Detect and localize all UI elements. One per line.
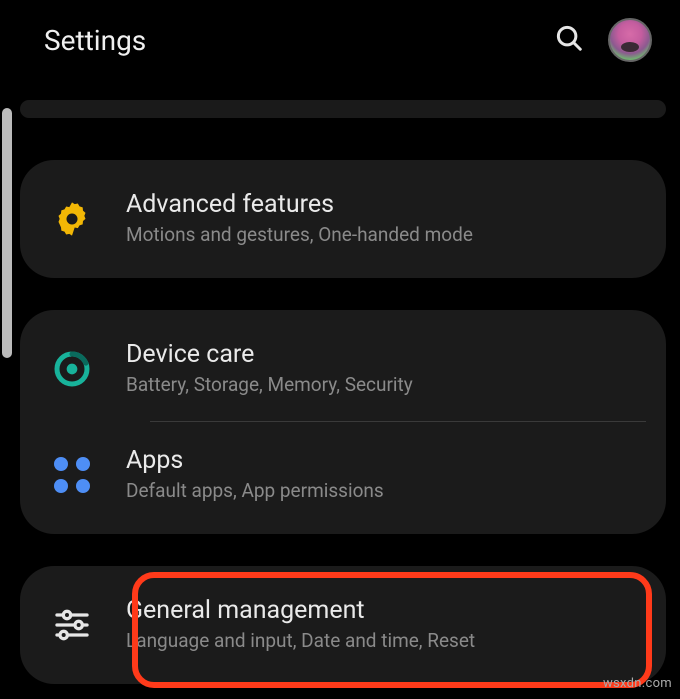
row-title: Apps: [126, 446, 638, 475]
header: Settings: [0, 0, 680, 80]
row-advanced-features[interactable]: Advanced features Motions and gestures, …: [20, 166, 666, 272]
profile-avatar[interactable]: [608, 18, 652, 62]
row-subtitle: Language and input, Date and time, Reset: [126, 629, 638, 654]
row-general-management[interactable]: General management Language and input, D…: [20, 572, 666, 678]
row-subtitle: Default apps, App permissions: [126, 479, 638, 504]
card-advanced-features: Advanced features Motions and gestures, …: [20, 160, 666, 278]
search-icon[interactable]: [554, 23, 584, 57]
device-care-icon: [48, 349, 96, 389]
row-device-care[interactable]: Device care Battery, Storage, Memory, Se…: [20, 316, 666, 422]
row-text: Device care Battery, Storage, Memory, Se…: [126, 340, 638, 398]
card-partial-top: [20, 100, 666, 118]
row-subtitle: Battery, Storage, Memory, Security: [126, 373, 638, 398]
row-title: Advanced features: [126, 190, 638, 219]
gear-icon: [48, 199, 96, 239]
row-subtitle: Motions and gestures, One-handed mode: [126, 223, 638, 248]
row-title: General management: [126, 596, 638, 625]
sliders-icon: [48, 605, 96, 645]
page-title: Settings: [44, 24, 146, 57]
row-title: Device care: [126, 340, 638, 369]
scroll-indicator[interactable]: [2, 108, 12, 358]
row-text: Apps Default apps, App permissions: [126, 446, 638, 504]
watermark: wsxdn.com: [603, 676, 672, 691]
row-apps[interactable]: Apps Default apps, App permissions: [20, 422, 666, 528]
card-general-management: General management Language and input, D…: [20, 566, 666, 684]
row-text: General management Language and input, D…: [126, 596, 638, 654]
row-text: Advanced features Motions and gestures, …: [126, 190, 638, 248]
settings-list: Advanced features Motions and gestures, …: [0, 80, 680, 684]
apps-icon: [48, 457, 96, 493]
card-device-apps: Device care Battery, Storage, Memory, Se…: [20, 310, 666, 534]
header-actions: [554, 18, 652, 62]
